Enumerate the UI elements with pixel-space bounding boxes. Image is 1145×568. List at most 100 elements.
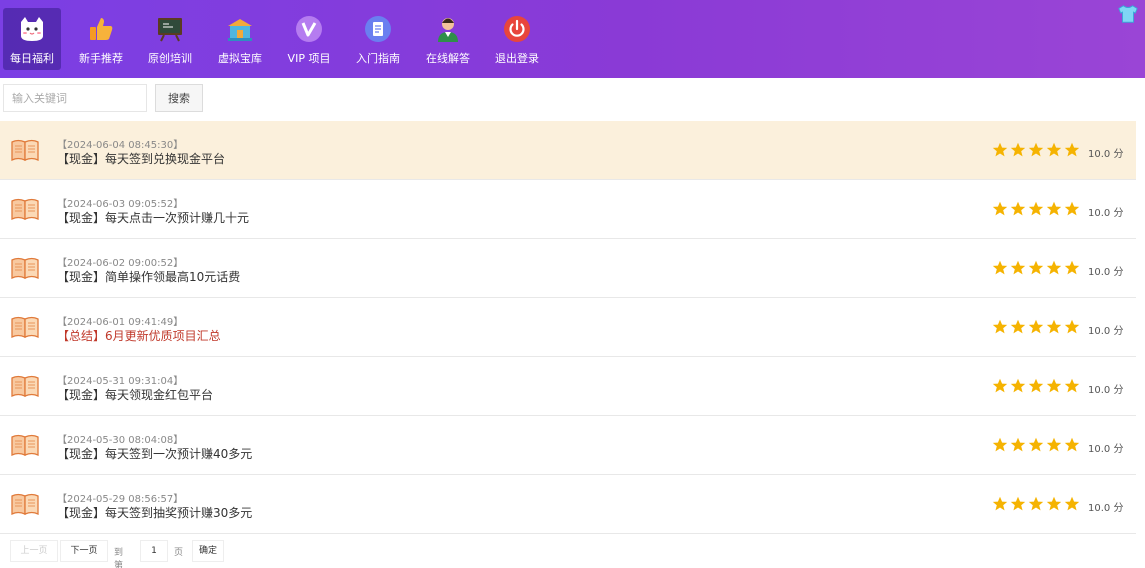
star-rating [992,142,1082,158]
star-icon [1064,496,1080,511]
list-item[interactable]: 【2024-06-02 09:00:52】 【现金】简单操作领最高10元话费 10.… [0,239,1136,298]
item-score: 10.0 分 [1088,267,1124,278]
star-icon [1028,319,1044,334]
star-rating [992,319,1082,335]
treasure-icon [225,14,255,44]
star-icon [1046,142,1062,157]
nav-item-4[interactable]: VIP 项目 [280,8,338,70]
list-item[interactable]: 【2024-06-03 09:05:52】 【现金】每天点击一次预计赚几十元 10.… [0,180,1136,239]
nav-item-3[interactable]: 虚拟宝库 [211,8,269,70]
star-icon [1046,437,1062,452]
star-icon [1028,260,1044,275]
item-date: 【2024-06-01 09:41:49】 [57,317,184,328]
star-icon [1064,378,1080,393]
star-icon [1010,260,1026,275]
page-unit-label: 页 [174,548,184,558]
book-icon [10,433,40,457]
star-rating [992,437,1082,453]
nav-item-label: 新手推荐 [79,52,123,65]
star-icon [1028,142,1044,157]
item-date: 【2024-06-04 08:45:30】 [57,140,184,151]
star-icon [1010,201,1026,216]
book-icon [10,197,40,221]
nav-item-7[interactable]: 退出登录 [488,8,546,70]
nav-item-label: 在线解答 [426,52,470,65]
star-icon [992,496,1008,511]
item-title-link[interactable]: 【现金】每天领现金红包平台 [57,386,213,403]
confirm-page-button[interactable]: 确定 [192,540,224,562]
nav-item-5[interactable]: 入门指南 [349,8,407,70]
search-button[interactable]: 搜索 [155,84,203,112]
list-item[interactable]: 【2024-06-04 08:45:30】 【现金】每天签到兑换现金平台 10.0 … [0,121,1136,180]
star-icon [1010,378,1026,393]
nav-item-label: 退出登录 [495,52,539,65]
star-rating [992,260,1082,276]
nav-item-2[interactable]: 原创培训 [141,8,199,70]
nav-item-0[interactable]: 每日福利 [3,8,61,70]
item-score: 10.0 分 [1088,326,1124,337]
star-icon [1064,142,1080,157]
power-icon [502,14,532,44]
nav-item-label: 入门指南 [356,52,400,65]
star-icon [1064,201,1080,216]
page-number-input[interactable]: 1 [140,540,168,562]
nav-item-label: 虚拟宝库 [218,52,262,65]
support-agent-icon [433,14,463,44]
book-icon [10,315,40,339]
nav-item-6[interactable]: 在线解答 [419,8,477,70]
list-item[interactable]: 【2024-06-01 09:41:49】 【总结】6月更新优质项目汇总 10.0 … [0,298,1136,357]
star-icon [1046,319,1062,334]
item-score: 10.0 分 [1088,149,1124,160]
search-input[interactable] [3,84,147,112]
nav-item-label: VIP 项目 [287,52,331,65]
list-item[interactable]: 【2024-05-30 08:04:08】 【现金】每天签到一次预计赚40多元 10… [0,416,1136,475]
book-icon [10,374,40,398]
item-date: 【2024-06-02 09:00:52】 [57,258,184,269]
item-date: 【2024-05-31 09:31:04】 [57,376,184,387]
star-icon [992,260,1008,275]
list-item[interactable]: 【2024-05-29 08:56:57】 【现金】每天签到抽奖预计赚30多元 10… [0,475,1136,534]
item-title-link[interactable]: 【现金】每天签到一次预计赚40多元 [57,445,252,462]
item-date: 【2024-05-30 08:04:08】 [57,435,184,446]
next-page-button[interactable]: 下一页 [60,540,108,562]
item-title-link[interactable]: 【现金】简单操作领最高10元话费 [57,268,240,285]
nav-item-1[interactable]: 新手推荐 [72,8,130,70]
star-icon [1010,496,1026,511]
prev-page-button[interactable]: 上一页 [10,540,58,562]
star-rating [992,201,1082,217]
item-score: 10.0 分 [1088,385,1124,396]
star-icon [992,142,1008,157]
list-item[interactable]: 【2024-05-31 09:31:04】 【现金】每天领现金红包平台 10.0 分 [0,357,1136,416]
star-icon [1010,142,1026,157]
star-icon [992,378,1008,393]
goto-label: 到第 [114,548,124,568]
star-icon [992,437,1008,452]
star-rating [992,378,1082,394]
thumbs-up-icon [86,14,116,44]
item-title-link[interactable]: 【总结】6月更新优质项目汇总 [57,327,221,344]
book-icon [10,138,40,162]
item-date: 【2024-05-29 08:56:57】 [57,494,184,505]
star-rating [992,496,1082,512]
nav-item-label: 每日福利 [10,52,54,65]
item-title-link[interactable]: 【现金】每天点击一次预计赚几十元 [57,209,249,226]
tshirt-icon[interactable] [1117,4,1139,24]
item-score: 10.0 分 [1088,208,1124,219]
top-nav: 每日福利 新手推荐 原创培训 虚拟宝库 VIP 项目 入门指南 在线解答 退出登录 [0,0,1145,78]
item-title-link[interactable]: 【现金】每天签到兑换现金平台 [57,150,225,167]
book-icon [10,256,40,280]
item-date: 【2024-06-03 09:05:52】 [57,199,184,210]
star-icon [1028,437,1044,452]
cat-icon [17,14,47,44]
star-icon [1028,496,1044,511]
star-icon [1010,319,1026,334]
star-icon [1046,496,1062,511]
star-icon [1064,437,1080,452]
star-icon [1046,260,1062,275]
star-icon [1046,201,1062,216]
star-icon [1028,201,1044,216]
item-title-link[interactable]: 【现金】每天签到抽奖预计赚30多元 [57,504,252,521]
star-icon [992,201,1008,216]
star-icon [1010,437,1026,452]
vip-icon [294,14,324,44]
